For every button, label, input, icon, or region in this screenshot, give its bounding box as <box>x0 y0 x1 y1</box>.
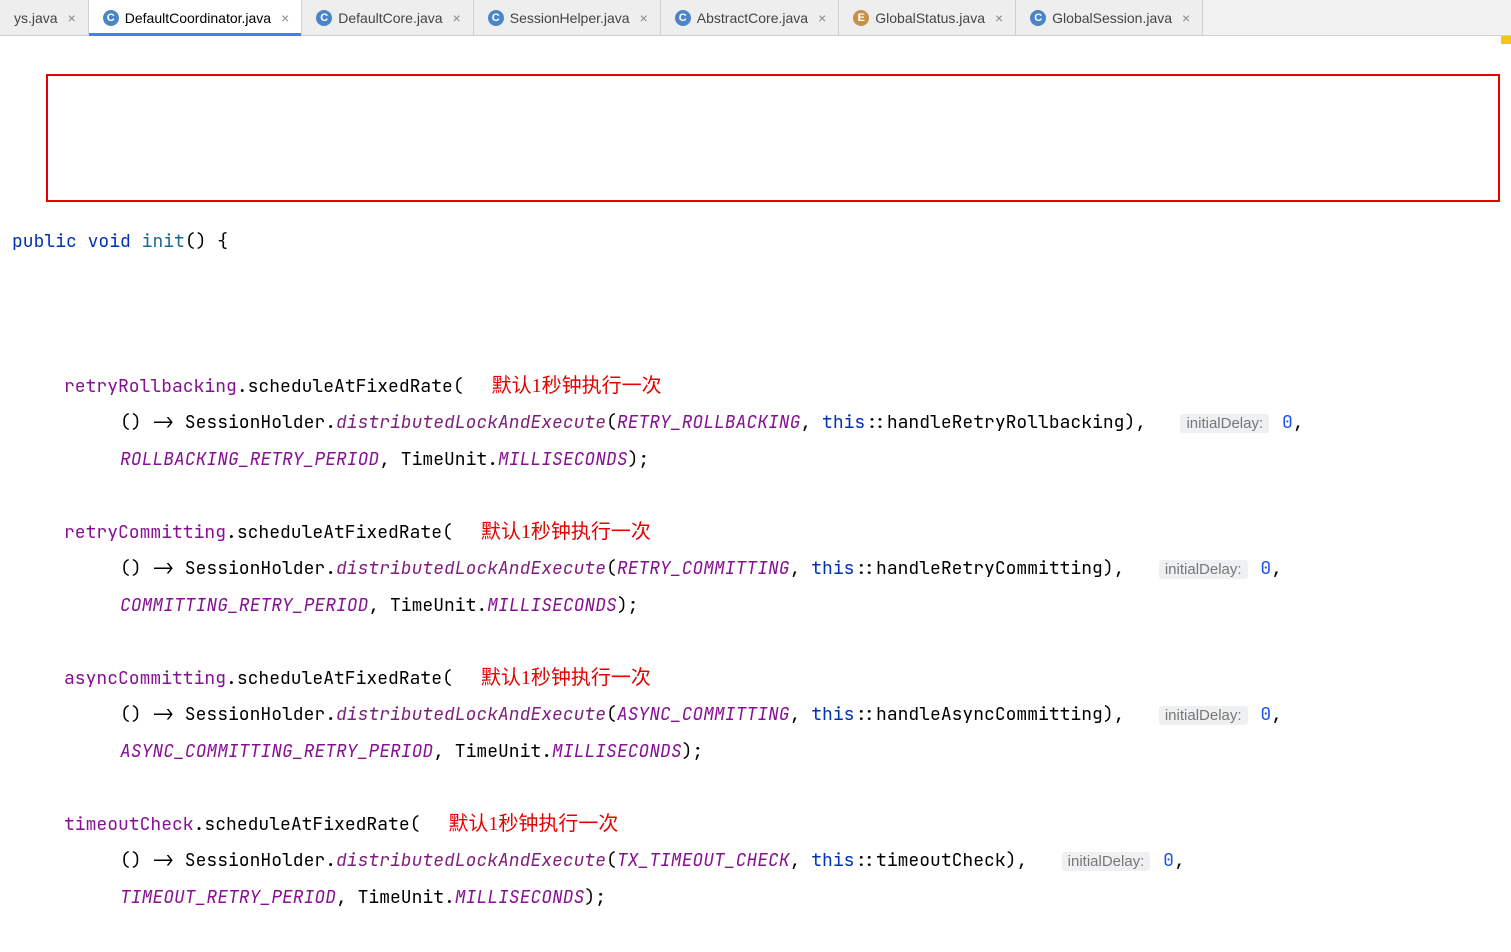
close-icon[interactable]: × <box>68 10 76 26</box>
tab-label: SessionHelper.java <box>510 10 630 26</box>
code-line: ROLLBACKING_RETRY_PERIOD, TimeUnit.MILLI… <box>4 442 1511 478</box>
file-type-icon: E <box>853 10 869 26</box>
close-icon[interactable]: × <box>995 10 1003 26</box>
code-line: retryCommitting.scheduleAtFixedRate(默认1秒… <box>4 514 1511 551</box>
close-icon[interactable]: × <box>281 10 289 26</box>
inlay-hint: initialDelay: <box>1062 852 1151 871</box>
tab-sessionhelper-java[interactable]: C SessionHelper.java × <box>474 0 661 35</box>
code-line: () -> SessionHolder.distributedLockAndEx… <box>4 843 1511 880</box>
file-type-icon: C <box>316 10 332 26</box>
tab-abstractcore-java[interactable]: C AbstractCore.java × <box>661 0 839 35</box>
tab-label: ys.java <box>14 10 58 26</box>
code-line: public void init() { <box>4 224 1511 260</box>
inlay-hint: initialDelay: <box>1180 414 1269 433</box>
file-type-icon: C <box>488 10 504 26</box>
tab-globalsession-java[interactable]: C GlobalSession.java × <box>1016 0 1203 35</box>
tab-label: AbstractCore.java <box>697 10 808 26</box>
tab-defaultcoordinator-java[interactable]: C DefaultCoordinator.java × <box>89 0 303 35</box>
blank-line <box>4 770 1511 806</box>
tab-label: GlobalStatus.java <box>875 10 985 26</box>
annotation-comment: 默认1秒钟执行一次 <box>481 521 651 543</box>
code-line: () -> SessionHolder.distributedLockAndEx… <box>4 405 1511 442</box>
close-icon[interactable]: × <box>1182 10 1190 26</box>
blank-line <box>4 478 1511 514</box>
inlay-hint: initialDelay: <box>1159 706 1248 725</box>
code-editor[interactable]: public void init() { retryRollbacking.sc… <box>0 36 1511 952</box>
code-line: timeoutCheck.scheduleAtFixedRate(默认1秒钟执行… <box>4 806 1511 843</box>
close-icon[interactable]: × <box>453 10 461 26</box>
tab-label: DefaultCoordinator.java <box>125 10 271 26</box>
code-line: retryRollbacking.scheduleAtFixedRate(默认1… <box>4 368 1511 405</box>
code-line: () -> SessionHolder.distributedLockAndEx… <box>4 551 1511 588</box>
file-type-icon: C <box>1030 10 1046 26</box>
blank-line <box>4 624 1511 660</box>
code-line: asyncCommitting.scheduleAtFixedRate(默认1秒… <box>4 660 1511 697</box>
highlight-box <box>46 74 1500 202</box>
code-line: ASYNC_COMMITTING_RETRY_PERIOD, TimeUnit.… <box>4 734 1511 770</box>
close-icon[interactable]: × <box>818 10 826 26</box>
annotation-comment: 默认1秒钟执行一次 <box>481 667 651 689</box>
tab-label: GlobalSession.java <box>1052 10 1172 26</box>
editor-tabs: ys.java × C DefaultCoordinator.java × C Defaul… <box>0 0 1511 36</box>
code-line: TIMEOUT_RETRY_PERIOD, TimeUnit.MILLISECO… <box>4 880 1511 916</box>
inlay-hint: initialDelay: <box>1159 560 1248 579</box>
tab-defaultcore-java[interactable]: C DefaultCore.java × <box>302 0 473 35</box>
warning-stripe-icon <box>1501 36 1511 44</box>
code-line: COMMITTING_RETRY_PERIOD, TimeUnit.MILLIS… <box>4 588 1511 624</box>
tab-globalstatus-java[interactable]: E GlobalStatus.java × <box>839 0 1016 35</box>
annotation-comment: 默认1秒钟执行一次 <box>492 375 662 397</box>
close-icon[interactable]: × <box>640 10 648 26</box>
file-type-icon: C <box>675 10 691 26</box>
tab-ys-java[interactable]: ys.java × <box>0 0 89 35</box>
annotation-comment: 默认1秒钟执行一次 <box>448 813 618 835</box>
code-line: () -> SessionHolder.distributedLockAndEx… <box>4 697 1511 734</box>
tab-label: DefaultCore.java <box>338 10 442 26</box>
file-type-icon: C <box>103 10 119 26</box>
